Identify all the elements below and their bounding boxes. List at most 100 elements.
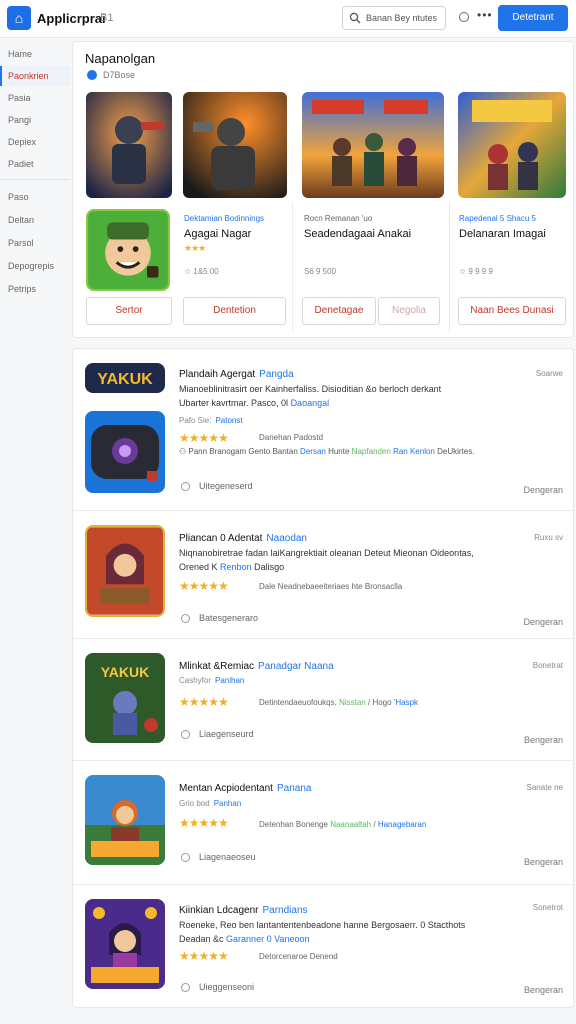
star-rating: ★★★★★ (179, 695, 229, 709)
game-art-heroes (458, 92, 566, 198)
info-link[interactable]: Dersan (300, 447, 326, 456)
list-item-action[interactable]: Bengeran (524, 985, 563, 995)
info-text: ⚇ Pann Branogam Gento Bantan (179, 447, 298, 456)
svg-text:YAKUK: YAKUK (97, 371, 153, 388)
game-icon-image[interactable] (86, 209, 170, 291)
game-art-image[interactable] (183, 92, 287, 198)
sorceress-icon (85, 899, 165, 989)
list-item-desc: Mianoeblinitrasirt oer Kainherfaliss. Di… (179, 384, 442, 394)
list-item-title[interactable]: Plandaih Agergat Pangda (179, 369, 294, 380)
rating-tag[interactable]: Nisstan (339, 698, 366, 707)
sidebar-item[interactable]: Padiet (0, 154, 70, 174)
list-item-desc: Niqnanobiretrae fadan laiKangrektiait ol… (179, 548, 474, 558)
list-item[interactable]: YAKUK Plandaih Agergat Pangda Soarwe Mian… (73, 349, 575, 511)
sidebar-item-home[interactable]: Hame (0, 44, 70, 64)
sidebar-item-active[interactable]: Paonkrien (0, 66, 70, 86)
info-tag[interactable]: Napfanden (352, 447, 391, 456)
game-art-soldier (86, 92, 172, 198)
list-item-info: ⚇ Pann Branogam Gento Bantan Dersan Hunt… (179, 447, 474, 456)
featured-item-meta: ☆ 9 9 9 9 (459, 267, 493, 276)
desc-link[interactable]: 0 Vaneoon (267, 934, 310, 944)
more-options-icon[interactable]: ••• (477, 8, 493, 22)
dev-link[interactable]: Panihan (215, 676, 244, 685)
list-item-action[interactable]: Dengeran (523, 617, 563, 627)
rating-text: Detorcenaroe Denend (259, 952, 338, 961)
title-tag[interactable]: Parndians (263, 905, 308, 916)
list-item-footer: Liaegenseurd (199, 729, 254, 739)
gamepad-icon (85, 411, 165, 493)
rating-tag[interactable]: Naanaaltah (330, 820, 371, 829)
featured-item-stars: ★★★ (184, 243, 206, 253)
list-item[interactable]: Mentan Acpiodentant Panana Sanate ne Grio… (73, 761, 575, 885)
desc-link[interactable]: Garanner (226, 934, 264, 944)
game-art-image[interactable] (458, 92, 566, 198)
info-text: DeUkirtes. (437, 447, 475, 456)
dev-link[interactable]: Patonst (215, 416, 242, 425)
game-art-image[interactable] (302, 92, 444, 198)
list-item-desc: Roeneke, Reo ben lantantentenbeadone han… (179, 920, 466, 930)
sidebar-item[interactable]: Depiex (0, 132, 70, 152)
desc-text: Dalisgo (254, 562, 285, 572)
list-item[interactable]: Pliancan 0 Adentat Naaodan Ruxu sv Niqnan… (73, 511, 575, 639)
featured-action-button[interactable]: Sertor (86, 297, 172, 325)
info-text: Hunte (328, 447, 350, 456)
list-item-desc2: Deadan &c Garanner 0 Vaneoon (179, 932, 509, 946)
list-item-title[interactable]: Kiinkian Ldcagenr Parndians (179, 905, 308, 916)
featured-item-meta: ☆ 1&5 00 (184, 267, 219, 276)
title-text: Kiinkian Ldcagenr (179, 905, 259, 916)
game-art-image[interactable] (86, 92, 172, 198)
sidebar-item[interactable]: Paso (0, 187, 70, 207)
svg-text:YAKUK: YAKUK (101, 664, 150, 680)
column-divider (449, 202, 450, 332)
app-icon-image (85, 411, 165, 493)
featured-secondary-button[interactable]: Negolia (378, 297, 440, 325)
list-item-action[interactable]: Bengeran (524, 857, 563, 867)
sidebar-item[interactable]: Pangi (0, 110, 70, 130)
featured-item-category: Rapedenal 5 Shacu 5 (459, 214, 536, 223)
dev-link[interactable]: Panhan (214, 799, 242, 808)
list-item-desc2: Ubarter kavrtmar. Pasco, 0l Daoangal (179, 396, 509, 410)
featured-item-name[interactable]: Delanaran Imagai (459, 228, 546, 240)
sidebar-item[interactable]: Parsol (0, 233, 70, 253)
list-item-title[interactable]: Pliancan 0 Adentat Naaodan (179, 533, 307, 544)
featured-item-name[interactable]: Agagai Nagar (184, 228, 251, 240)
app-logo-icon[interactable]: ⌂ (7, 6, 31, 30)
primary-action-button[interactable]: Detetrant (498, 5, 568, 31)
list-item-action[interactable]: Bengeran (524, 735, 563, 745)
desc-link[interactable]: Daoangal (291, 398, 330, 408)
featured-action-button[interactable]: Naan Bees Dunasi (458, 297, 566, 325)
search-input[interactable]: Banan Bey ntutes (366, 13, 437, 23)
list-item-title[interactable]: Mentan Acpiodentant Panana (179, 783, 311, 794)
list-item[interactable]: Kiinkian Ldcagenr Parndians Sonetrot Roen… (73, 885, 575, 1009)
search-box[interactable]: Banan Bey ntutes (342, 6, 446, 30)
sidebar-item[interactable]: Petrips (0, 279, 70, 299)
info-link[interactable]: Ran Kenlon (393, 447, 435, 456)
featured-panel: Napanolgan D7Bose Dektamian Bodinnings A… (72, 41, 574, 338)
app-title: Applicrprai (37, 11, 106, 26)
app-version: B1 (100, 12, 114, 24)
title-tag[interactable]: Pangda (259, 369, 293, 380)
featured-action-button[interactable]: Denetagae (302, 297, 376, 325)
list-item-action[interactable]: Dengeran (523, 485, 563, 495)
featured-action-button[interactable]: Dentetion (183, 297, 286, 325)
list-item-title[interactable]: Mlinkat &Remiac Panadgar Naana (179, 661, 334, 672)
rating-link[interactable]: 'Haspk (394, 698, 418, 707)
star-rating: ★★★★★ (179, 431, 229, 445)
sidebar-item[interactable]: Deltan (0, 210, 70, 230)
desc-link[interactable]: Renbon (220, 562, 252, 572)
list-item[interactable]: YAKUK Mlinkat &Remiac Panadgar Naana Bone… (73, 639, 575, 761)
list-item-desc2: Orened K Renbon Dalisgo (179, 560, 509, 574)
title-tag[interactable]: Panana (277, 783, 311, 794)
app-icon-image (85, 899, 165, 989)
title-tag[interactable]: Panadgar Naana (258, 661, 334, 672)
info-icon (181, 614, 190, 623)
title-tag[interactable]: Naaodan (266, 533, 307, 544)
list-item-time: Sanate ne (526, 783, 563, 792)
featured-item-name[interactable]: Seadendagaai Anakai (304, 228, 411, 240)
list-item-developer: Pafo Sie: Patonst (179, 416, 243, 425)
rating-link[interactable]: Hanagebaran (378, 820, 426, 829)
list-item-footer: Liagenaeoseu (199, 852, 256, 862)
sidebar-item[interactable]: Pasia (0, 88, 70, 108)
status-circle-icon[interactable] (459, 12, 469, 22)
sidebar-item[interactable]: Depogrepis (0, 256, 70, 276)
